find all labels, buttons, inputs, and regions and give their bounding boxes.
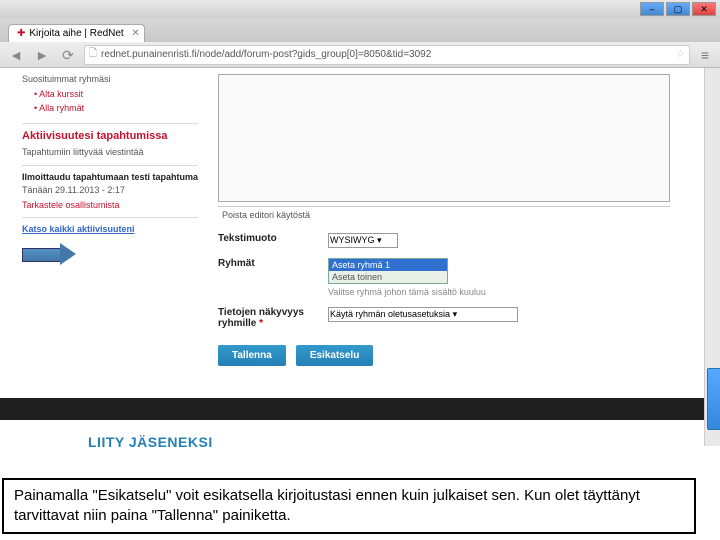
preview-button[interactable]: Esikatselu: [296, 345, 373, 366]
instruction-overlay: Painamalla "Esikatselu" voit esikatsella…: [2, 478, 696, 535]
url-input[interactable]: 🗋 rednet.punainenristi.fi/node/add/forum…: [84, 45, 690, 65]
scrollbar[interactable]: [704, 68, 720, 446]
text-format-row: Tekstimuoto WYSIWYG ▾: [218, 233, 670, 248]
divider: [22, 217, 198, 218]
forward-button[interactable]: ►: [32, 45, 52, 65]
signup-heading: Ilmoittaudu tapahtumaan testi tapahtuma: [22, 172, 198, 183]
sidebar-subheading: Suosituimmat ryhmäsi: [22, 74, 198, 84]
footer: LIITY JÄSENEKSI: [0, 420, 720, 464]
tab-close-icon[interactable]: ✕: [131, 28, 139, 39]
tab-bar: ✚ Kirjoita aihe | RedNet ✕: [0, 18, 720, 42]
minimize-button[interactable]: –: [640, 2, 664, 16]
activity-subtext: Tapahtumiin liittyvää viestintää: [22, 147, 198, 159]
page-icon: 🗋: [89, 46, 97, 63]
groups-hint: Valitse ryhmä johon tämä sisältö kuuluu: [328, 287, 670, 297]
visibility-row: Tietojen näkyvyys ryhmille * Käytä ryhmä…: [218, 307, 670, 329]
sidebar-bullet-list: Alta kurssit Alla ryhmät: [34, 88, 198, 115]
editor-toggle-link[interactable]: Poista editori käytöstä: [218, 206, 670, 223]
activity-heading: Aktiivisuutesi tapahtumissa: [22, 130, 198, 143]
divider: [22, 165, 198, 166]
button-row: Tallenna Esikatselu: [218, 345, 670, 366]
tab-title: Kirjoita aihe | RedNet: [29, 28, 123, 39]
browser-tab[interactable]: ✚ Kirjoita aihe | RedNet ✕: [8, 24, 145, 42]
editor-textarea[interactable]: [218, 74, 670, 202]
group-option[interactable]: Aseta toinen: [329, 271, 447, 283]
page-content: Suosituimmat ryhmäsi Alta kurssit Alla r…: [0, 68, 720, 398]
visibility-label: Tietojen näkyvyys ryhmille *: [218, 307, 328, 329]
groups-multiselect[interactable]: Aseta ryhmä 1 Aseta toinen: [328, 258, 448, 284]
footer-dark-band: [0, 398, 720, 420]
join-member-heading[interactable]: LIITY JÄSENEKSI: [88, 434, 632, 450]
window-controls: – ▢ ✕: [0, 0, 720, 18]
text-format-select[interactable]: WYSIWYG ▾: [328, 233, 398, 248]
main-form: Poista editori käytöstä Tekstimuoto WYSI…: [210, 68, 720, 398]
instruction-text: Painamalla "Esikatselu" voit esikatsella…: [14, 487, 640, 524]
chrome-menu-icon[interactable]: ≡: [696, 47, 714, 63]
url-text: rednet.punainenristi.fi/node/add/forum-p…: [101, 49, 431, 60]
groups-label: Ryhmät: [218, 258, 328, 297]
divider: [22, 123, 198, 124]
back-button[interactable]: ◄: [6, 45, 26, 65]
address-bar: ◄ ► ⟳ 🗋 rednet.punainenristi.fi/node/add…: [0, 42, 720, 68]
sidebar-bullet-item[interactable]: Alla ryhmät: [34, 102, 198, 116]
signup-date: Tänään 29.11.2013 - 2:17: [22, 185, 198, 197]
text-format-label: Tekstimuoto: [218, 233, 328, 248]
bookmark-star-icon[interactable]: ☆: [676, 49, 685, 60]
view-all-activity-link[interactable]: Katso kaikki aktiivisuuteni: [22, 224, 135, 234]
visibility-select[interactable]: Käytä ryhmän oletusasetuksia ▾: [328, 307, 518, 322]
plus-icon: ✚: [17, 28, 25, 39]
reload-button[interactable]: ⟳: [58, 45, 78, 65]
close-window-button[interactable]: ✕: [692, 2, 716, 16]
group-option-selected[interactable]: Aseta ryhmä 1: [329, 259, 447, 271]
annotation-arrow-icon: [22, 243, 82, 265]
save-button[interactable]: Tallenna: [218, 345, 286, 366]
groups-row: Ryhmät Aseta ryhmä 1 Aseta toinen Valits…: [218, 258, 670, 297]
view-participants-link[interactable]: Tarkastele osallistumista: [22, 200, 120, 210]
sidebar-bullet-item[interactable]: Alta kurssit: [34, 88, 198, 102]
maximize-button[interactable]: ▢: [666, 2, 690, 16]
sidebar: Suosituimmat ryhmäsi Alta kurssit Alla r…: [0, 68, 210, 398]
